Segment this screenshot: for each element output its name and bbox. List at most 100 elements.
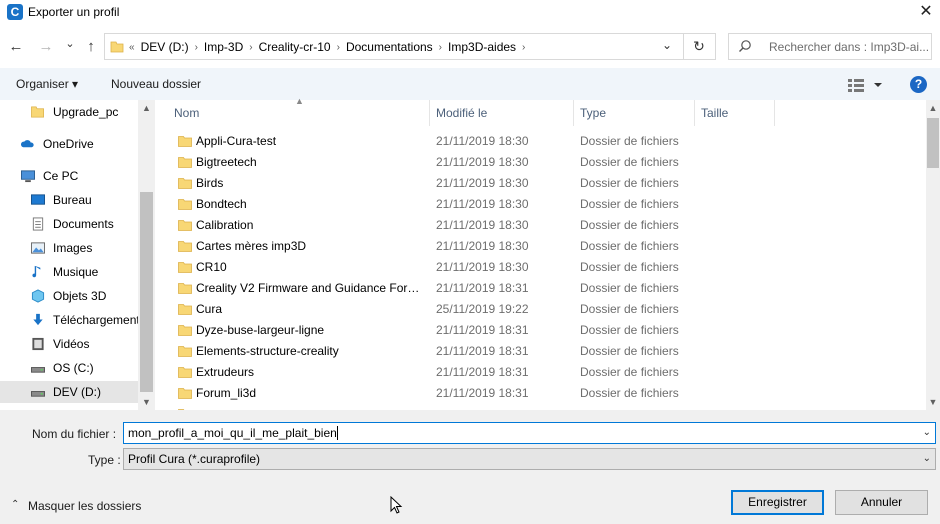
file-name: Appli-Cura-test (196, 134, 277, 148)
file-name: Bondtech (196, 197, 247, 211)
file-row[interactable]: Cura 25/11/2019 19:22 Dossier de fichiers (160, 299, 780, 320)
file-type: Dossier de fichiers (580, 155, 679, 169)
file-name: Cartes mères imp3D (196, 239, 307, 253)
drive-icon (31, 367, 45, 373)
videos-icon (32, 337, 44, 351)
file-date: 21/11/2019 18:30 (436, 239, 529, 253)
file-type-select[interactable]: Profil Cura (*.curaprofile) ⌄ (123, 448, 936, 470)
recent-locations-chevron-icon[interactable]: ⌄ (61, 34, 79, 54)
sidebar-item-vid-os[interactable]: Vidéos (0, 333, 138, 355)
file-row[interactable]: Calibration 21/11/2019 18:30 Dossier de fi… (160, 215, 780, 236)
breadcrumb-item[interactable]: Imp3D-aides (443, 40, 521, 54)
sidebar-item-os-c[interactable]: OS (C:) (0, 357, 138, 379)
scrollbar-thumb[interactable] (140, 192, 153, 392)
sidebar-item-images[interactable]: Images (0, 237, 138, 259)
computer-icon (21, 170, 35, 183)
sidebar-item-onedrive[interactable]: OneDrive (0, 133, 138, 155)
file-row[interactable]: Appli-Cura-test 21/11/2019 18:30 Dossier d… (160, 131, 780, 152)
filename-field[interactable]: mon_profil_a_moi_qu_il_me_plait_bien ⌄ (123, 422, 936, 444)
file-name: Birds (196, 176, 224, 190)
sidebar-item-musique[interactable]: Musique (0, 261, 138, 283)
view-options-icon[interactable] (848, 78, 882, 92)
breadcrumb-separator-icon[interactable]: › (521, 42, 526, 53)
forward-button[interactable]: → (37, 37, 55, 57)
scroll-down-icon[interactable]: ▼ (138, 397, 155, 407)
folder-icon (178, 346, 192, 357)
address-dropdown-icon[interactable]: ⌄ (662, 38, 672, 52)
file-date: 21/11/2019 18:30 (436, 260, 529, 274)
file-type: Dossier de fichiers (580, 176, 679, 190)
mouse-cursor-icon (390, 496, 403, 514)
scrollbar-thumb[interactable] (927, 118, 939, 168)
file-name: Bigtreetech (196, 155, 257, 169)
sort-ascending-icon: ▲ (295, 96, 304, 106)
save-button[interactable]: Enregistrer (731, 490, 824, 515)
file-type: Dossier de fichiers (580, 197, 679, 211)
file-date: 21/11/2019 18:31 (436, 344, 529, 358)
file-row[interactable]: Elements-structure-creality 21/11/2019 18… (160, 341, 780, 362)
title-bar (0, 0, 940, 26)
file-row[interactable]: Bondtech 21/11/2019 18:30 Dossier de fichi… (160, 194, 780, 215)
search-placeholder: Rechercher dans : Imp3D-ai... (769, 40, 929, 54)
folder-icon (178, 241, 192, 252)
refresh-button[interactable]: ↻ (683, 33, 716, 60)
breadcrumb-item[interactable]: DEV (D:) (136, 40, 194, 54)
file-row[interactable]: Dyze-buse-largeur-ligne 21/11/2019 18:31 D… (160, 320, 780, 341)
objects-3d-icon (31, 289, 45, 303)
help-icon[interactable]: ? (910, 76, 927, 93)
sidebar-item-label: Bureau (53, 193, 92, 207)
sidebar-item-ce-pc[interactable]: Ce PC (0, 165, 138, 187)
new-folder-button[interactable]: Nouveau dossier (111, 77, 201, 91)
sidebar-item-t-l-chargements[interactable]: Téléchargements (0, 309, 146, 331)
chevron-down-icon[interactable]: ⌄ (923, 423, 931, 443)
scroll-down-icon[interactable]: ▼ (926, 397, 940, 407)
up-button[interactable]: ↑ (82, 37, 100, 57)
breadcrumb-item[interactable]: Creality-cr-10 (254, 40, 336, 54)
file-row[interactable]: CR10 21/11/2019 18:30 Dossier de fichiers (160, 257, 780, 278)
type-label: Type : (88, 453, 121, 467)
file-type: Dossier de fichiers (580, 344, 679, 358)
file-row[interactable]: Birds 21/11/2019 18:30 Dossier de fichiers (160, 173, 780, 194)
sidebar-item-label: Images (53, 241, 93, 255)
file-date: 21/11/2019 18:31 (436, 365, 529, 379)
file-row[interactable]: Forum_li3d 21/11/2019 18:31 Dossier de fic… (160, 383, 780, 404)
desktop-icon (31, 194, 45, 205)
breadcrumb-item[interactable]: Documentations (341, 40, 438, 54)
downloads-icon (33, 313, 43, 326)
file-row[interactable]: Cartes mères imp3D 21/11/2019 18:30 Dossie… (160, 236, 780, 257)
sidebar-scrollbar[interactable]: ▲ ▼ (138, 100, 155, 410)
cancel-button[interactable]: Annuler (835, 490, 928, 515)
column-header-type[interactable]: Type (574, 100, 695, 126)
file-name: Calibration (196, 218, 254, 232)
chevron-up-icon[interactable]: ⌃ (11, 499, 19, 510)
file-row[interactable]: Creality V2 Firmware and Guidance For B.… (160, 278, 780, 299)
column-header-size[interactable]: Taille (695, 100, 775, 126)
file-type-value: Profil Cura (*.curaprofile) (128, 452, 261, 466)
chevron-down-icon[interactable]: ⌄ (923, 449, 931, 469)
sidebar-item-dev-d[interactable]: DEV (D:) (0, 381, 138, 403)
sidebar-item-documents[interactable]: Documents (0, 213, 138, 235)
sidebar-item-objets-3d[interactable]: Objets 3D (0, 285, 138, 307)
file-list: Nom Modifié le Type Taille Appli-Cura-te… (160, 100, 926, 410)
sidebar-item-upgrade-pc[interactable]: Upgrade_pc (0, 101, 138, 123)
breadcrumb-overflow[interactable]: « (128, 42, 136, 53)
sidebar-item-bureau[interactable]: Bureau (0, 189, 138, 211)
folder-icon (178, 388, 192, 399)
file-date: 21/11/2019 18:31 (436, 386, 529, 400)
organize-button[interactable]: Organiser ▾ (16, 77, 78, 91)
hide-folders-button[interactable]: Masquer les dossiers (28, 499, 141, 513)
close-button[interactable]: ✕ (913, 1, 939, 23)
file-list-scrollbar[interactable]: ▲ ▼ (926, 100, 940, 410)
navigation-pane: Upgrade_pc OneDrive Ce PC Bureau Documents Im… (0, 100, 155, 410)
scroll-up-icon[interactable]: ▲ (926, 103, 940, 113)
file-row[interactable]: Extrudeurs 21/11/2019 18:31 Dossier de fic… (160, 362, 780, 383)
breadcrumb-item[interactable]: Imp-3D (199, 40, 248, 54)
file-date: 21/11/2019 18:30 (436, 134, 529, 148)
scroll-up-icon[interactable]: ▲ (138, 103, 155, 113)
column-header-modified[interactable]: Modifié le (430, 100, 574, 126)
filename-value: mon_profil_a_moi_qu_il_me_plait_bien (128, 426, 338, 440)
file-row[interactable]: Bigtreetech 21/11/2019 18:30 Dossier de fi… (160, 152, 780, 173)
file-type: Dossier de fichiers (580, 239, 679, 253)
back-button[interactable]: ← (7, 37, 25, 57)
file-name: Dyze-buse-largeur-ligne (196, 323, 325, 337)
